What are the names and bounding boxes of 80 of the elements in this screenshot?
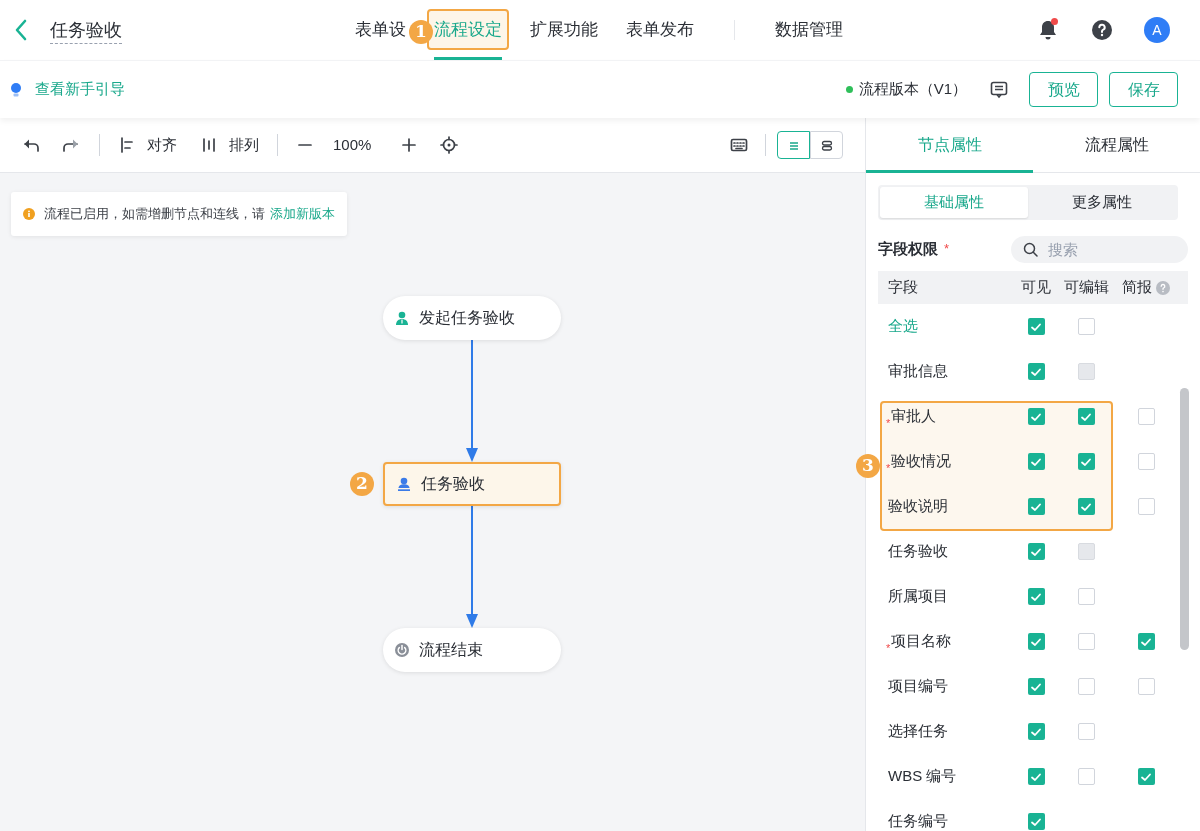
scrollbar-thumb[interactable] — [1180, 388, 1189, 650]
checkbox[interactable] — [1027, 543, 1045, 560]
section-title: 字段权限 — [878, 238, 938, 259]
checkbox[interactable] — [1137, 768, 1155, 785]
callout-badge: 3 — [856, 454, 880, 478]
flow-node[interactable]: 发起任务验收 — [383, 296, 561, 340]
zoom-level: 100% — [333, 134, 372, 155]
field-label: 项目编号 — [888, 676, 948, 697]
checkbox[interactable] — [1137, 678, 1155, 695]
avatar[interactable]: A — [1144, 17, 1170, 43]
checkbox[interactable] — [1027, 318, 1045, 335]
node-label: 发起任务验收 — [419, 308, 515, 328]
keyboard-icon[interactable] — [730, 136, 748, 154]
notice-text: 流程已启用，如需增删节点和连线，请 — [44, 205, 265, 224]
field-label: 审批人 — [891, 406, 937, 427]
tab-underline — [434, 57, 502, 60]
callout-badge: 1 — [409, 20, 433, 44]
zoom-in-icon[interactable] — [400, 136, 419, 154]
checkbox[interactable] — [1027, 363, 1045, 380]
checkbox[interactable] — [1027, 633, 1045, 650]
checkbox[interactable] — [1077, 588, 1095, 605]
checkbox[interactable] — [1027, 813, 1045, 830]
locate-icon[interactable] — [440, 136, 459, 154]
flow-node[interactable]: 流程结束 — [383, 628, 561, 672]
column-header: 可编辑 — [1063, 277, 1109, 298]
panel-tab[interactable]: 流程属性 — [1033, 118, 1200, 172]
field-label: 验收情况 — [891, 451, 952, 472]
checkbox[interactable] — [1027, 678, 1045, 695]
column-header: 简报 — [1122, 277, 1152, 298]
field-label: 任务编号 — [888, 811, 948, 831]
list-view-toggle[interactable] — [777, 131, 810, 159]
checkbox[interactable] — [1027, 588, 1045, 605]
checkbox[interactable] — [1077, 768, 1095, 785]
checkbox[interactable] — [1027, 723, 1045, 740]
field-label: 选择任务 — [888, 721, 948, 742]
field-label: WBS 编号 — [888, 766, 957, 787]
checkbox[interactable] — [1137, 408, 1155, 425]
checkbox[interactable] — [1077, 318, 1095, 335]
power-icon — [394, 642, 410, 658]
field-label: 验收说明 — [888, 496, 948, 517]
field-label: 项目名称 — [891, 631, 952, 652]
required-mark: * — [944, 240, 950, 259]
checkbox[interactable] — [1077, 678, 1095, 695]
segment-tab[interactable]: 更多属性 — [1028, 187, 1176, 218]
nav-tab[interactable]: 表单发布 — [612, 0, 708, 60]
version-label: 流程版本（V1） — [858, 79, 967, 100]
field-label: 任务验收 — [888, 541, 948, 562]
card-view-toggle[interactable] — [810, 131, 843, 159]
align-button[interactable]: 对齐 — [119, 133, 177, 157]
nav-tab[interactable]: 数据管理 — [761, 0, 857, 60]
stamp-person-icon — [396, 476, 412, 492]
column-header: 可见 — [1021, 277, 1051, 298]
checkbox[interactable] — [1027, 768, 1045, 785]
info-icon — [23, 208, 35, 220]
arrange-button[interactable]: 排列 — [201, 133, 259, 157]
comment-icon[interactable] — [989, 79, 1009, 100]
required-mark: * — [886, 640, 891, 656]
required-mark: * — [886, 460, 891, 476]
callout-badge: 2 — [350, 472, 374, 496]
align-left-icon — [119, 136, 135, 154]
person-icon — [394, 310, 410, 326]
bulb-icon — [10, 81, 22, 98]
checkbox[interactable] — [1137, 633, 1155, 650]
field-label: 审批信息 — [888, 361, 948, 382]
flow-node[interactable]: 任务验收 — [383, 462, 561, 506]
help-icon[interactable] — [1090, 18, 1114, 42]
checkbox[interactable] — [1077, 723, 1095, 740]
search-field[interactable]: 搜索 — [1011, 235, 1188, 263]
page-title: 任务验收 — [50, 16, 122, 44]
checkbox[interactable] — [1137, 453, 1155, 470]
node-label: 任务验收 — [421, 474, 485, 494]
field-label: 所属项目 — [888, 586, 948, 607]
checkbox[interactable] — [1137, 498, 1155, 515]
search-icon — [1023, 241, 1038, 257]
nav-tab[interactable]: 扩展功能 — [516, 0, 612, 60]
column-header: 字段 — [888, 277, 918, 298]
checkbox[interactable] — [1077, 633, 1095, 650]
node-label: 流程结束 — [419, 640, 483, 660]
columns-icon — [201, 136, 217, 154]
required-mark: * — [886, 415, 891, 431]
